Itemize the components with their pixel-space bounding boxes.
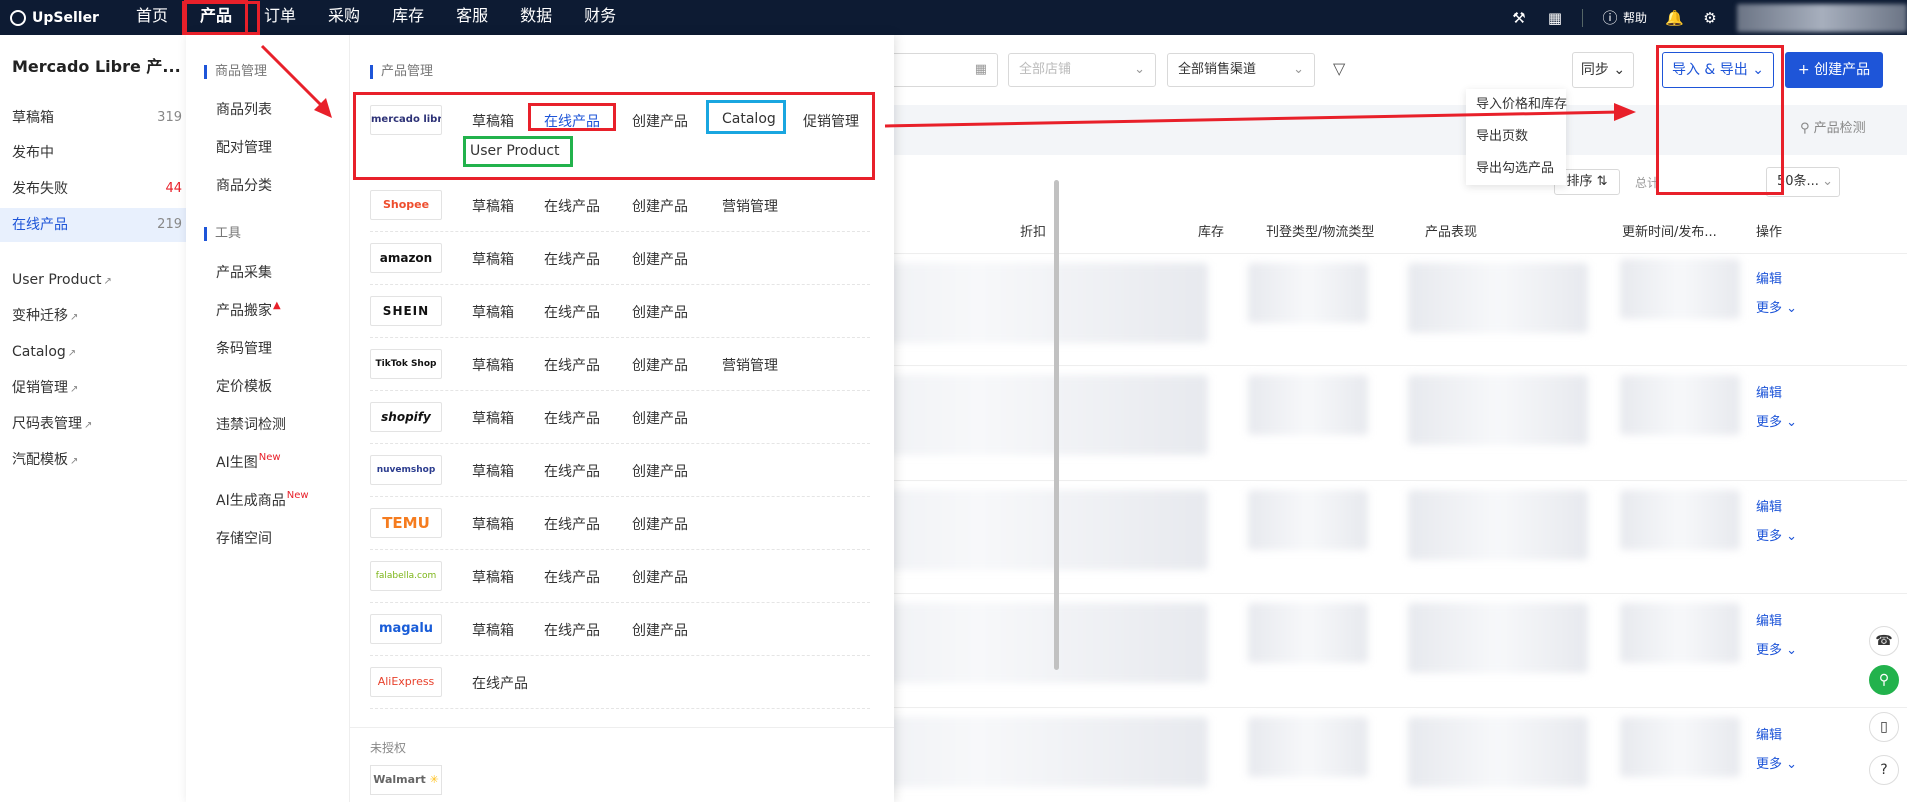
highlight-nav-products xyxy=(182,1,260,35)
arrow-head-export xyxy=(1614,103,1636,121)
arrow-to-menu xyxy=(260,44,330,114)
annotation-arrows xyxy=(260,44,1636,128)
arrow-to-export xyxy=(884,110,1621,128)
